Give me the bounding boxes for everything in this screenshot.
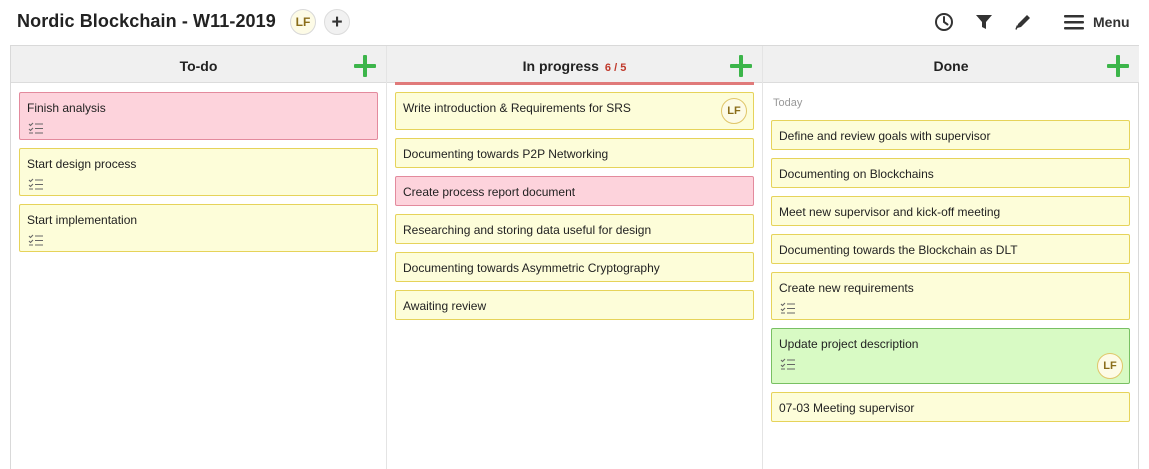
member-avatar[interactable]: LF xyxy=(290,9,316,35)
checklist-icon xyxy=(28,122,43,134)
checklist-icon xyxy=(28,234,43,246)
card-title: Start design process xyxy=(27,157,137,171)
wip-exceeded-bar xyxy=(395,82,754,85)
card-title: Finish analysis xyxy=(27,101,106,115)
group-label-today: Today xyxy=(773,97,803,109)
card-title: Awaiting review xyxy=(403,299,487,313)
column-title: To-do xyxy=(179,58,218,74)
column-todo: To-do Finish analysis Start design proce… xyxy=(11,46,387,469)
wip-limit-badge: 6 / 5 xyxy=(604,62,627,74)
card-title: Create new requirements xyxy=(779,281,914,295)
checklist-icon xyxy=(28,178,43,190)
pencil-icon[interactable] xyxy=(1011,10,1035,34)
menu-button[interactable]: Menu xyxy=(1063,10,1130,34)
card-title: Documenting towards P2P Networking xyxy=(403,147,609,161)
column-title: Done xyxy=(933,58,969,74)
board-header: Nordic Blockchain - W11-2019 LF + Menu xyxy=(0,0,1149,44)
card[interactable]: Finish analysis xyxy=(19,92,378,140)
column-header: In progress 6 / 5 xyxy=(387,46,762,83)
card[interactable]: Documenting towards Asymmetric Cryptogra… xyxy=(395,252,754,282)
card-title: Documenting towards Asymmetric Cryptogra… xyxy=(403,261,660,275)
add-card-button[interactable] xyxy=(730,55,752,77)
column-header: Done xyxy=(763,46,1139,83)
board-title[interactable]: Nordic Blockchain - W11-2019 xyxy=(17,11,276,32)
card[interactable]: Awaiting review xyxy=(395,290,754,320)
add-member-button[interactable]: + xyxy=(324,9,350,35)
card[interactable]: Create process report document xyxy=(395,176,754,206)
card[interactable]: Define and review goals with supervisor xyxy=(771,120,1130,150)
menu-label: Menu xyxy=(1093,14,1130,30)
kanban-board: To-do Finish analysis Start design proce… xyxy=(10,45,1139,469)
card-title: Create process report document xyxy=(403,185,576,199)
card[interactable]: Start implementation xyxy=(19,204,378,252)
add-card-button[interactable] xyxy=(354,55,376,77)
card[interactable]: Meet new supervisor and kick-off meeting xyxy=(771,196,1130,226)
card[interactable]: Documenting towards P2P Networking xyxy=(395,138,754,168)
card-title: Start implementation xyxy=(27,213,138,227)
card[interactable]: Documenting towards the Blockchain as DL… xyxy=(771,234,1130,264)
checklist-icon xyxy=(780,302,795,314)
card-title: Documenting towards the Blockchain as DL… xyxy=(779,243,1018,257)
column-done: Done Today Define and review goals with … xyxy=(763,46,1139,469)
clock-icon[interactable] xyxy=(932,10,956,34)
card[interactable]: 07-03 Meeting supervisor xyxy=(771,392,1130,422)
column-title: In progress xyxy=(522,58,599,74)
card-title: Update project description xyxy=(779,337,919,351)
column-title-wrap: In progress 6 / 5 xyxy=(387,58,762,74)
column-in-progress: In progress 6 / 5 Write introduction & Re… xyxy=(387,46,763,469)
card-title: Researching and storing data useful for … xyxy=(403,223,652,237)
card[interactable]: Write introduction & Requirements for SR… xyxy=(395,92,754,130)
card[interactable]: Documenting on Blockchains xyxy=(771,158,1130,188)
card[interactable]: Researching and storing data useful for … xyxy=(395,214,754,244)
card-title: Documenting on Blockchains xyxy=(779,167,934,181)
card-title: Meet new supervisor and kick-off meeting xyxy=(779,205,1001,219)
column-header: To-do xyxy=(11,46,386,83)
card-title: 07-03 Meeting supervisor xyxy=(779,401,915,415)
add-card-button[interactable] xyxy=(1107,55,1129,77)
card-avatar[interactable]: LF xyxy=(1097,353,1123,379)
hamburger-icon xyxy=(1064,15,1084,30)
card-title: Define and review goals with supervisor xyxy=(779,129,991,143)
checklist-icon xyxy=(780,358,795,370)
card-title: Write introduction & Requirements for SR… xyxy=(403,101,631,115)
card[interactable]: Update project description LF xyxy=(771,328,1130,384)
card[interactable]: Start design process xyxy=(19,148,378,196)
card[interactable]: Create new requirements xyxy=(771,272,1130,320)
card-avatar[interactable]: LF xyxy=(721,98,747,124)
filter-icon[interactable] xyxy=(972,10,996,34)
